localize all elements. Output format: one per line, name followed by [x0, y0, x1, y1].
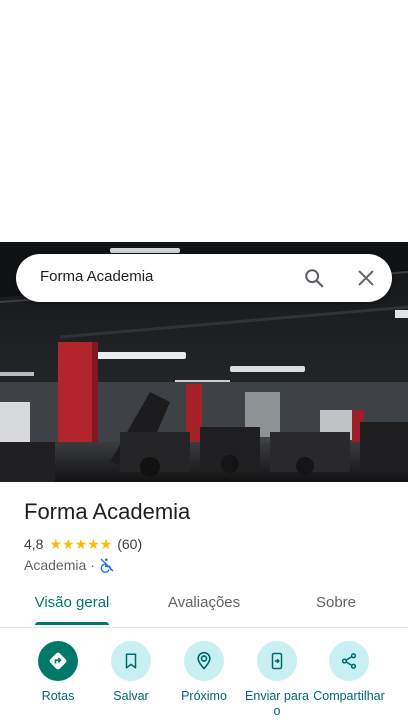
- rating-row[interactable]: 4,8 ★★★★★ (60): [24, 535, 142, 553]
- search-icon[interactable]: [303, 267, 325, 289]
- directions-label: Rotas: [41, 689, 75, 703]
- send-to-phone-button[interactable]: Enviar para o: [241, 640, 313, 719]
- nearby-button[interactable]: Próximo: [168, 640, 240, 704]
- share-label: Compartilhar: [313, 689, 385, 703]
- directions-icon: [38, 641, 78, 681]
- close-icon[interactable]: [355, 267, 377, 289]
- bookmark-icon: [111, 641, 151, 681]
- tab-about[interactable]: Sobre: [300, 585, 372, 627]
- send-to-phone-label: Enviar para o: [245, 689, 309, 718]
- place-tabs: Visão geral Avaliações Sobre: [0, 585, 408, 628]
- place-title: Forma Academia: [24, 499, 191, 524]
- directions-button[interactable]: Rotas: [22, 640, 94, 704]
- place-category: Academia: [24, 557, 87, 573]
- search-input[interactable]: Forma Academia: [40, 268, 153, 285]
- separator-dot: ·: [90, 557, 95, 573]
- tab-overview[interactable]: Visão geral: [26, 585, 118, 627]
- save-button[interactable]: Salvar: [95, 640, 167, 704]
- share-icon: [329, 641, 369, 681]
- send-to-phone-icon: [257, 641, 297, 681]
- active-tab-indicator: [35, 622, 109, 625]
- nearby-label: Próximo: [181, 689, 227, 703]
- rating-value: 4,8: [24, 536, 44, 552]
- share-button[interactable]: Compartilhar: [313, 640, 385, 704]
- rating-stars: ★★★★★: [49, 535, 113, 552]
- category-row: Academia ·: [24, 556, 115, 574]
- nearby-icon: [184, 641, 224, 681]
- not-wheelchair-accessible-icon[interactable]: [99, 557, 115, 573]
- save-label: Salvar: [113, 689, 149, 703]
- map-blank-area: [0, 0, 408, 242]
- tab-reviews[interactable]: Avaliações: [156, 585, 252, 627]
- review-count[interactable]: (60): [117, 536, 142, 552]
- action-buttons: Rotas Salvar Próximo Enviar para o Compa…: [0, 640, 408, 724]
- search-bar[interactable]: Forma Academia: [16, 254, 392, 302]
